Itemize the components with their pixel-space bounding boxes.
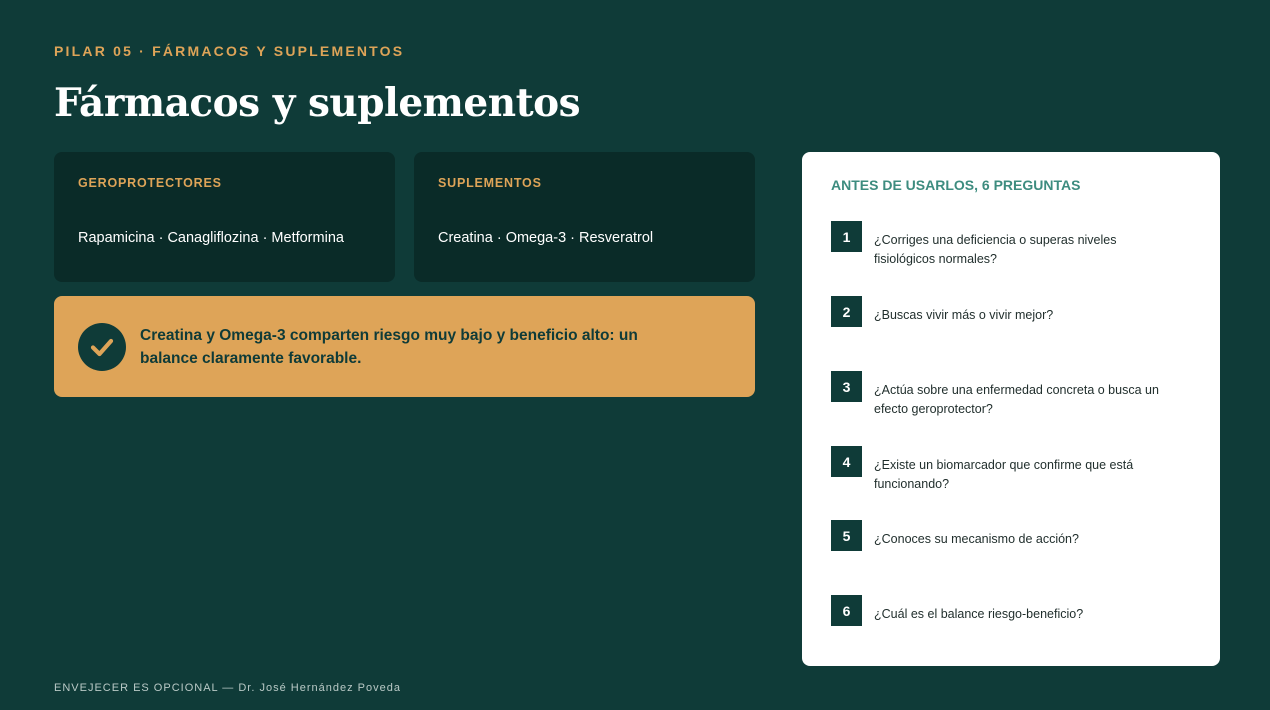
question-item: 6 ¿Cuál es el balance riesgo-beneficio? xyxy=(831,595,1191,655)
question-item: 1 ¿Corriges una deficiencia o superas ni… xyxy=(831,221,1191,281)
highlight-callout: Creatina y Omega-3 comparten riesgo muy … xyxy=(54,296,755,397)
card-text: Creatina · Omega-3 · Resveratrol xyxy=(438,230,654,246)
question-text: ¿Cuál es el balance riesgo-beneficio? xyxy=(874,607,1084,621)
question-number: 4 xyxy=(831,446,862,477)
question-text: ¿Buscas vivir más o vivir mejor? xyxy=(874,308,1054,322)
question-number: 5 xyxy=(831,520,862,551)
footer-credit: ENVEJECER ES OPCIONAL — Dr. José Hernánd… xyxy=(54,682,401,694)
supplements-card: SUPLEMENTOS Creatina · Omega-3 · Resvera… xyxy=(414,152,755,282)
question-number: 1 xyxy=(831,221,862,252)
callout-text: Creatina y Omega-3 comparten riesgo muy … xyxy=(140,326,638,367)
question-item: 3 ¿Actúa sobre una enfermedad concreta o… xyxy=(831,371,1191,431)
page-title: Fármacos y suplementos xyxy=(54,80,581,126)
question-item: 4 ¿Existe un biomarcador que confirme qu… xyxy=(831,446,1191,506)
card-label: SUPLEMENTOS xyxy=(438,176,542,190)
slide: PILAR 05 · FÁRMACOS Y SUPLEMENTOS Fármac… xyxy=(0,0,1270,710)
check-circle-icon xyxy=(78,322,126,371)
question-number: 6 xyxy=(831,595,862,626)
question-number: 2 xyxy=(831,296,862,327)
question-text: ¿Corriges una deficiencia o superas nive… xyxy=(874,233,1117,266)
card-text: Rapamicina · Canagliflozina · Metformina xyxy=(78,230,344,246)
question-item: 5 ¿Conoces su mecanismo de acción? xyxy=(831,520,1191,580)
question-item: 2 ¿Buscas vivir más o vivir mejor? xyxy=(831,296,1191,356)
question-number: 3 xyxy=(831,371,862,402)
card-label: GEROPROTECTORES xyxy=(78,176,222,190)
panel-title: ANTES DE USARLOS, 6 PREGUNTAS xyxy=(831,177,1081,193)
question-text: ¿Conoces su mecanismo de acción? xyxy=(874,532,1079,546)
question-text: ¿Actúa sobre una enfermedad concreta o b… xyxy=(874,383,1159,416)
section-eyebrow: PILAR 05 · FÁRMACOS Y SUPLEMENTOS xyxy=(54,43,405,59)
question-text: ¿Existe un biomarcador que confirme que … xyxy=(874,458,1134,491)
geroprotectors-card: GEROPROTECTORES Rapamicina · Canaglifloz… xyxy=(54,152,395,282)
questions-panel: ANTES DE USARLOS, 6 PREGUNTAS 1 ¿Corrige… xyxy=(802,152,1220,666)
